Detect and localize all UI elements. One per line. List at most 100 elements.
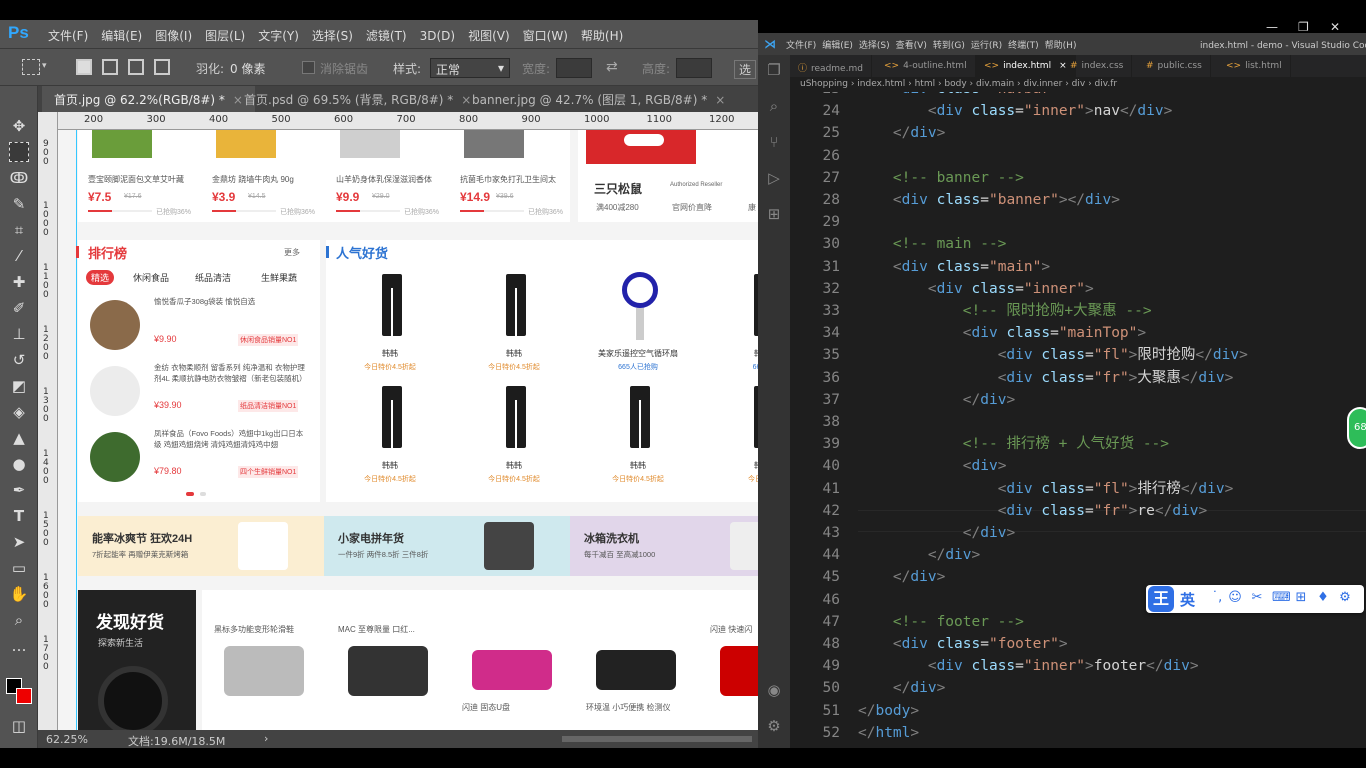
ps-tab-3[interactable]: banner.jpg @ 42.7% (图层 1, RGB/8#) * × <box>460 86 737 112</box>
select-and-mask-button[interactable]: 选 <box>734 60 757 79</box>
grid-icon[interactable]: ⊞ <box>1294 591 1308 605</box>
hot-item-name[interactable]: 韩韩 <box>454 460 574 471</box>
rank-tab[interactable]: 休闲食品 <box>128 270 174 285</box>
code-line[interactable]: </div> <box>858 122 945 144</box>
rectangle-tool-icon[interactable]: ▭ <box>9 558 29 578</box>
product-name[interactable]: 壹宝颐脚泥面包文草艾叶藏 <box>88 174 204 185</box>
lasso-tool-icon[interactable]: ↂ <box>9 168 29 188</box>
chevron-right-icon[interactable]: › <box>264 732 268 745</box>
hot-item-name[interactable]: 韩韩 <box>702 348 758 359</box>
discover-item-image[interactable] <box>596 650 676 690</box>
vscode-menu-item[interactable]: 查看(V) <box>896 41 927 51</box>
subtract-selection-icon[interactable] <box>128 59 144 75</box>
ps-menu-item[interactable]: 选择(S) <box>312 29 353 43</box>
ps-menu-item[interactable]: 帮助(H) <box>581 29 623 43</box>
code-line[interactable]: <div class="banner"></div> <box>858 189 1120 211</box>
height-input[interactable] <box>676 58 712 78</box>
floating-badge[interactable]: 68 <box>1347 407 1366 449</box>
ps-tab-2[interactable]: 首页.psd @ 69.5% (背景, RGB/8#) * × <box>232 86 483 112</box>
code-line[interactable]: <div class="fr">大聚惠</div> <box>858 367 1234 389</box>
crop-tool-icon[interactable]: ⌗ <box>9 220 29 240</box>
pants-image[interactable] <box>506 274 526 336</box>
code-line[interactable]: </div> <box>858 566 945 588</box>
pants-image[interactable] <box>382 386 402 448</box>
editor-tab[interactable]: # index.css <box>1062 55 1133 77</box>
vscode-menu-item[interactable]: 转到(G) <box>933 41 965 51</box>
vscode-menu-item[interactable]: 编辑(E) <box>822 41 853 51</box>
hot-item-name[interactable]: 韩韩 <box>578 460 698 471</box>
ps-menu-item[interactable]: 图像(I) <box>155 29 192 43</box>
type-tool-icon[interactable]: T <box>9 506 29 526</box>
fan-image[interactable] <box>622 272 658 308</box>
carousel-dot[interactable] <box>200 492 206 496</box>
dropdown-arrow-icon[interactable]: ▾ <box>42 61 47 71</box>
ps-menu-item[interactable]: 3D(D) <box>420 29 455 43</box>
code-line[interactable]: </html> <box>858 722 919 744</box>
vscode-menu-item[interactable]: 帮助(H) <box>1045 41 1077 51</box>
path-select-tool-icon[interactable]: ➤ <box>9 532 29 552</box>
explorer-icon[interactable]: ❐ <box>765 61 783 79</box>
breadcrumb[interactable]: uShopping › index.html › html › body › d… <box>790 77 1366 92</box>
emoji-icon[interactable]: ☺ <box>1228 591 1242 605</box>
more-tools-icon[interactable]: … <box>9 636 29 656</box>
ime-logo[interactable]: 王 <box>1148 586 1174 612</box>
run-debug-icon[interactable]: ▷ <box>765 169 783 187</box>
code-line[interactable]: <!-- banner --> <box>858 167 1024 189</box>
ps-menu-item[interactable]: 滤镜(T) <box>366 29 407 43</box>
rank-item-name[interactable]: 凤祥食品（Fovo Foods）鸡翅中1kg出口日本级 鸡翅鸡翅烧烤 清炖鸡翅清… <box>154 428 306 461</box>
antialias-checkbox[interactable] <box>302 61 315 74</box>
product-name[interactable]: 山羊奶身体乳保湿滋润香体 <box>336 174 452 185</box>
rank-item-name[interactable]: 金纺 衣物柔顺剂 留香系列 纯净温和 衣物护理剂4L 柔顺抗静电防衣物皱褶（新老… <box>154 362 306 395</box>
code-line[interactable]: <div class="fr">re</div> <box>858 500 1208 522</box>
rank-item-thumbnail[interactable] <box>90 432 140 482</box>
code-line[interactable]: </div> <box>858 522 1015 544</box>
clone-stamp-tool-icon[interactable]: ⊥ <box>9 324 29 344</box>
discover-item-name[interactable]: MAC 至尊限量 口红... <box>338 624 458 635</box>
minimize-icon[interactable]: — <box>1266 20 1278 34</box>
punctuation-icon[interactable]: ˙, <box>1210 591 1224 605</box>
hot-item-name[interactable]: 美家乐遥控空气循环扇 <box>578 348 698 359</box>
carousel-dot-active[interactable] <box>186 492 194 496</box>
pen-tool-icon[interactable]: ✒ <box>9 480 29 500</box>
code-line[interactable]: <!-- 排行榜 + 人气好货 --> <box>858 433 1169 455</box>
ps-menu-item[interactable]: 视图(V) <box>468 29 510 43</box>
editor-tab[interactable]: <> list.html <box>1218 55 1291 77</box>
maximize-icon[interactable]: ❐ <box>1298 20 1309 34</box>
discover-item-image[interactable] <box>224 646 304 696</box>
width-input[interactable] <box>556 58 592 78</box>
zoom-tool-icon[interactable]: ⌕ <box>9 610 29 630</box>
dodge-tool-icon[interactable]: ● <box>9 454 29 474</box>
code-line[interactable]: <!-- 限时抢购+大聚惠 --> <box>858 300 1152 322</box>
code-line[interactable]: <div class="main"> <box>858 256 1050 278</box>
vscode-menu-item[interactable]: 文件(F) <box>786 41 816 51</box>
discover-item-name[interactable]: 闪迪 快速闪 <box>710 624 758 635</box>
product-name[interactable]: 抗菌毛巾家免打孔卫生间太 <box>460 174 576 185</box>
hot-item-name[interactable]: 韩韩 <box>702 460 758 471</box>
ps-menu-item[interactable]: 文件(F) <box>48 29 88 43</box>
ps-menu-item[interactable]: 编辑(E) <box>101 29 142 43</box>
code-line[interactable]: <div class="navbar"> <box>858 92 1068 100</box>
rect-marquee-tool-icon[interactable] <box>9 142 29 162</box>
editor-tab[interactable]: # public.css <box>1138 55 1211 77</box>
code-line[interactable]: <div class="fl">限时抢购</div> <box>858 344 1248 366</box>
close-icon[interactable]: × <box>715 93 725 107</box>
product-thumbnail[interactable] <box>92 130 152 158</box>
rank-item-thumbnail[interactable] <box>90 366 140 416</box>
editor-tab[interactable]: <> 4-outline.html <box>876 55 976 77</box>
discover-item-image[interactable] <box>348 646 428 696</box>
healing-brush-tool-icon[interactable]: ✚ <box>9 272 29 292</box>
editor-tab[interactable]: <> index.html × <box>976 55 1076 77</box>
move-tool-icon[interactable]: ✥ <box>9 116 29 136</box>
discover-item-name[interactable]: 闪迪 固态U盘 <box>462 702 582 713</box>
history-brush-tool-icon[interactable]: ↺ <box>9 350 29 370</box>
code-line[interactable]: </body> <box>858 700 919 722</box>
code-line[interactable]: <!-- main --> <box>858 233 1007 255</box>
pants-image[interactable] <box>382 274 402 336</box>
brush-tool-icon[interactable]: ✐ <box>9 298 29 318</box>
code-line[interactable]: <div class="mainTop"> <box>858 322 1146 344</box>
search-icon[interactable]: ⌕ <box>765 97 783 115</box>
code-line[interactable]: <!-- footer --> <box>858 611 1024 633</box>
code-line[interactable]: <div class="inner"> <box>858 278 1094 300</box>
close-icon[interactable]: ✕ <box>1330 20 1340 34</box>
extensions-icon[interactable]: ⊞ <box>765 205 783 223</box>
